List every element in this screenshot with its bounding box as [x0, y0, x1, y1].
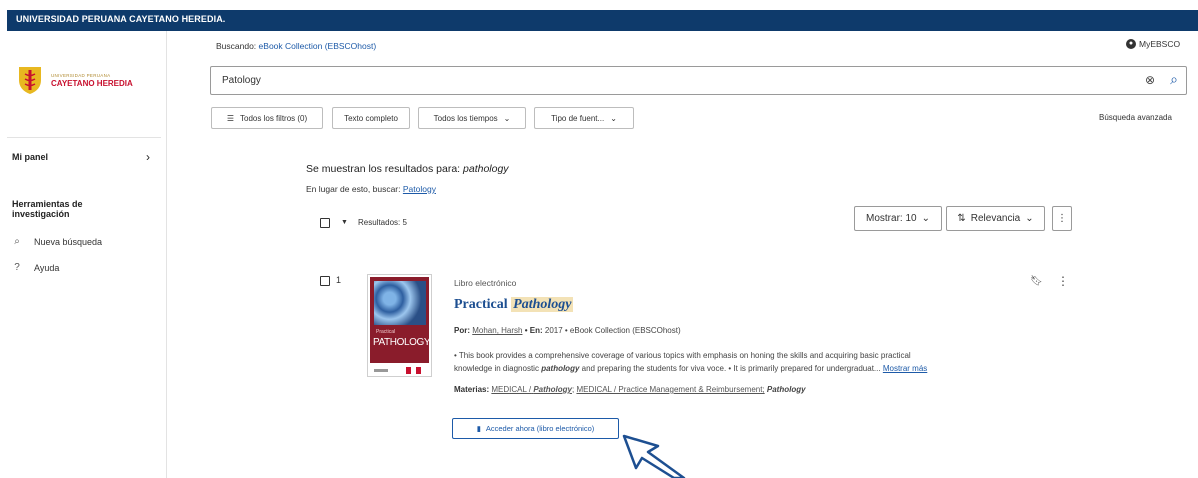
- access-ebook-button[interactable]: ▮ Acceder ahora (libro electrónico): [452, 418, 619, 439]
- cover-footer: [372, 366, 428, 375]
- result-title-prefix: Practical: [454, 297, 508, 312]
- subject-link[interactable]: Pathology: [767, 385, 806, 394]
- author-label: Por:: [454, 326, 470, 335]
- subjects-label: Materias:: [454, 385, 490, 394]
- results-count: Resultados: 5: [358, 218, 407, 227]
- pointer-arrow-icon: [622, 434, 686, 478]
- result-type: Libro electrónico: [454, 278, 517, 288]
- research-tools-heading: Herramientas de investigación: [12, 199, 83, 219]
- show-more-link[interactable]: Mostrar más: [883, 364, 927, 373]
- institution-name: UNIVERSIDAD PERUANA CAYETANO HEREDIA.: [16, 14, 226, 24]
- more-options-button[interactable]: ⋮: [1052, 206, 1072, 231]
- subject-highlight: Pathology: [533, 385, 572, 394]
- search-instead-link[interactable]: Patology: [403, 184, 436, 194]
- chevron-right-icon[interactable]: ›: [146, 150, 150, 164]
- sort-icon: ⇅: [957, 213, 966, 224]
- search-source-link[interactable]: eBook Collection (EBSCOhost): [259, 41, 377, 51]
- clear-icon[interactable]: ⊗: [1145, 73, 1155, 87]
- results-for-prefix: Se muestran los resultados para:: [306, 163, 461, 175]
- bookmark-icon[interactable]: 🔖︎: [1030, 276, 1043, 287]
- select-all-checkbox[interactable]: [320, 218, 330, 228]
- sort-label: Relevancia: [970, 213, 1021, 224]
- result-description: • This book provides a comprehensive cov…: [454, 349, 1054, 375]
- chevron-down-icon: ⌄: [503, 113, 511, 123]
- help-icon: ?: [14, 262, 20, 273]
- source-type-dropdown[interactable]: Tipo de fuent... ⌄: [534, 107, 634, 129]
- more-vertical-icon: ⋮: [1057, 213, 1067, 224]
- access-ebook-label: Acceder ahora (libro electrónico): [485, 424, 595, 433]
- searching-label: Buscando:: [216, 41, 257, 51]
- shield-logo-icon: [19, 67, 41, 94]
- more-vertical-icon[interactable]: ⋮: [1057, 274, 1069, 288]
- sort-dropdown[interactable]: ⇅ Relevancia ⌄: [946, 206, 1045, 231]
- sidebar-item-help[interactable]: ? Ayuda: [12, 262, 59, 273]
- advanced-search-link[interactable]: Búsqueda avanzada: [1099, 113, 1172, 122]
- myebsco-button[interactable]: ● MyEBSCO: [1126, 39, 1180, 49]
- logo-subtitle: UNIVERSIDAD PERUANA: [51, 73, 111, 78]
- result-title-link[interactable]: Practical Pathology: [454, 297, 574, 313]
- sidebar-divider: [7, 137, 161, 138]
- institution-logo[interactable]: UNIVERSIDAD PERUANA CAYETANO HEREDIA: [18, 61, 148, 101]
- search-source: Buscando: eBook Collection (EBSCOhost): [216, 41, 376, 51]
- result-meta: Por: Mohan, Harsh • En: 2017 • eBook Col…: [454, 326, 681, 335]
- cover-subtitle: Practical: [376, 329, 396, 335]
- all-times-label: Todos los tiempos: [433, 113, 498, 123]
- result-collection: • eBook Collection (EBSCOhost): [564, 326, 681, 335]
- document-icon: ▮: [476, 424, 481, 433]
- user-icon: ●: [1126, 39, 1136, 49]
- results-per-page-label: Mostrar: 10: [866, 213, 917, 224]
- sidebar-item-mi-panel[interactable]: Mi panel: [12, 152, 48, 162]
- search-instead: En lugar de esto, buscar: Patology: [306, 184, 436, 194]
- description-line-2: knowledge in diagnostic pathology and pr…: [454, 362, 1054, 375]
- source-type-label: Tipo de fuent...: [551, 113, 605, 123]
- results-for-heading: Se muestran los resultados para: patholo…: [306, 163, 509, 175]
- search-query: Patology: [222, 75, 261, 86]
- all-times-dropdown[interactable]: Todos los tiempos ⌄: [418, 107, 526, 129]
- sidebar-item-new-search[interactable]: ⌕ Nueva búsqueda: [12, 236, 102, 247]
- result-checkbox[interactable]: [320, 276, 330, 286]
- institution-bar: UNIVERSIDAD PERUANA CAYETANO HEREDIA.: [7, 10, 1198, 31]
- description-line-1: • This book provides a comprehensive cov…: [454, 351, 911, 360]
- full-text-button[interactable]: Texto completo: [332, 107, 410, 129]
- description-highlight: pathology: [541, 364, 580, 373]
- subject-text: MEDICAL /: [491, 385, 532, 394]
- sidebar-item-label: Ayuda: [34, 262, 60, 273]
- result-title-highlight: Pathology: [511, 297, 574, 312]
- sidebar-item-label: Nueva búsqueda: [34, 236, 103, 247]
- cover-title: PATHOLOGY: [373, 337, 429, 348]
- subject-link[interactable]: MEDICAL / Practice Management & Reimburs…: [576, 385, 764, 394]
- year-label: • En:: [524, 326, 543, 335]
- cover-micrograph: [374, 281, 426, 325]
- chevron-down-icon: ⌄: [921, 213, 930, 224]
- author-link[interactable]: Mohan, Harsh: [472, 326, 522, 335]
- logo-name: CAYETANO HEREDIA: [51, 79, 133, 88]
- cover-band: Practical PATHOLOGY: [370, 277, 429, 363]
- search-icon: ⌕: [14, 236, 20, 247]
- description-text: knowledge in diagnostic: [454, 364, 539, 373]
- description-text: and preparing the students for viva voce…: [581, 364, 881, 373]
- result-index: 1: [336, 275, 342, 285]
- result-subjects: Materias: MEDICAL / Pathology; MEDICAL /…: [454, 385, 806, 394]
- result-year: 2017: [544, 326, 563, 335]
- search-input[interactable]: Patology ⊗ ⌕: [210, 66, 1187, 95]
- search-icon[interactable]: ⌕: [1170, 71, 1178, 88]
- publisher-logo-icon: [374, 367, 421, 374]
- full-text-label: Texto completo: [344, 113, 398, 123]
- chevron-down-icon: ⌄: [610, 113, 617, 123]
- select-menu-caret-icon[interactable]: ▼: [341, 219, 348, 226]
- results-for-term: pathology: [463, 163, 509, 175]
- subject-link[interactable]: MEDICAL / Pathology: [491, 385, 572, 394]
- myebsco-label: MyEBSCO: [1139, 39, 1181, 49]
- search-instead-prefix: En lugar de esto, buscar:: [306, 184, 401, 194]
- chevron-down-icon: ⌄: [1025, 213, 1034, 224]
- results-per-page-dropdown[interactable]: Mostrar: 10 ⌄: [854, 206, 942, 231]
- all-filters-label: Todos los filtros (0): [240, 113, 308, 123]
- filter-icon: ☰: [226, 113, 235, 123]
- all-filters-button[interactable]: ☰ Todos los filtros (0): [211, 107, 323, 129]
- book-cover-image[interactable]: Practical PATHOLOGY: [367, 274, 432, 377]
